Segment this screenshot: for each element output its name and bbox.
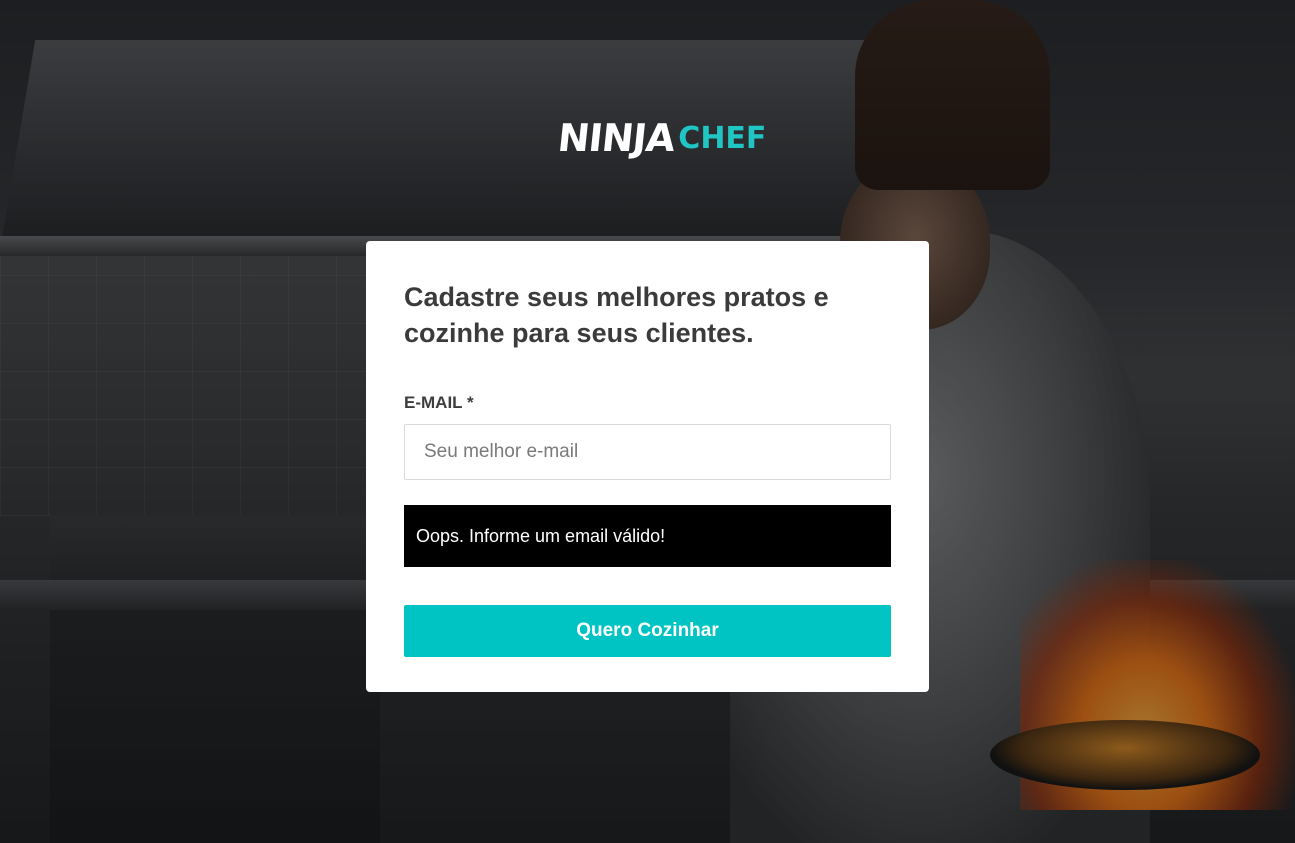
ninjachef-logo: NINJA CHEF	[555, 110, 766, 166]
error-message: Oops. Informe um email válido!	[404, 505, 891, 567]
email-input[interactable]	[404, 424, 891, 480]
form-heading: Cadastre seus melhores pratos e cozinhe …	[404, 282, 829, 348]
signup-card: Cadastre seus melhores pratos e cozinhe …	[366, 241, 929, 692]
logo-ninja-text: NINJA	[555, 116, 677, 160]
submit-button[interactable]: Quero Cozinhar	[404, 605, 891, 657]
email-label: E-MAIL *	[404, 393, 474, 412]
logo-chef-text: CHEF	[678, 120, 767, 156]
